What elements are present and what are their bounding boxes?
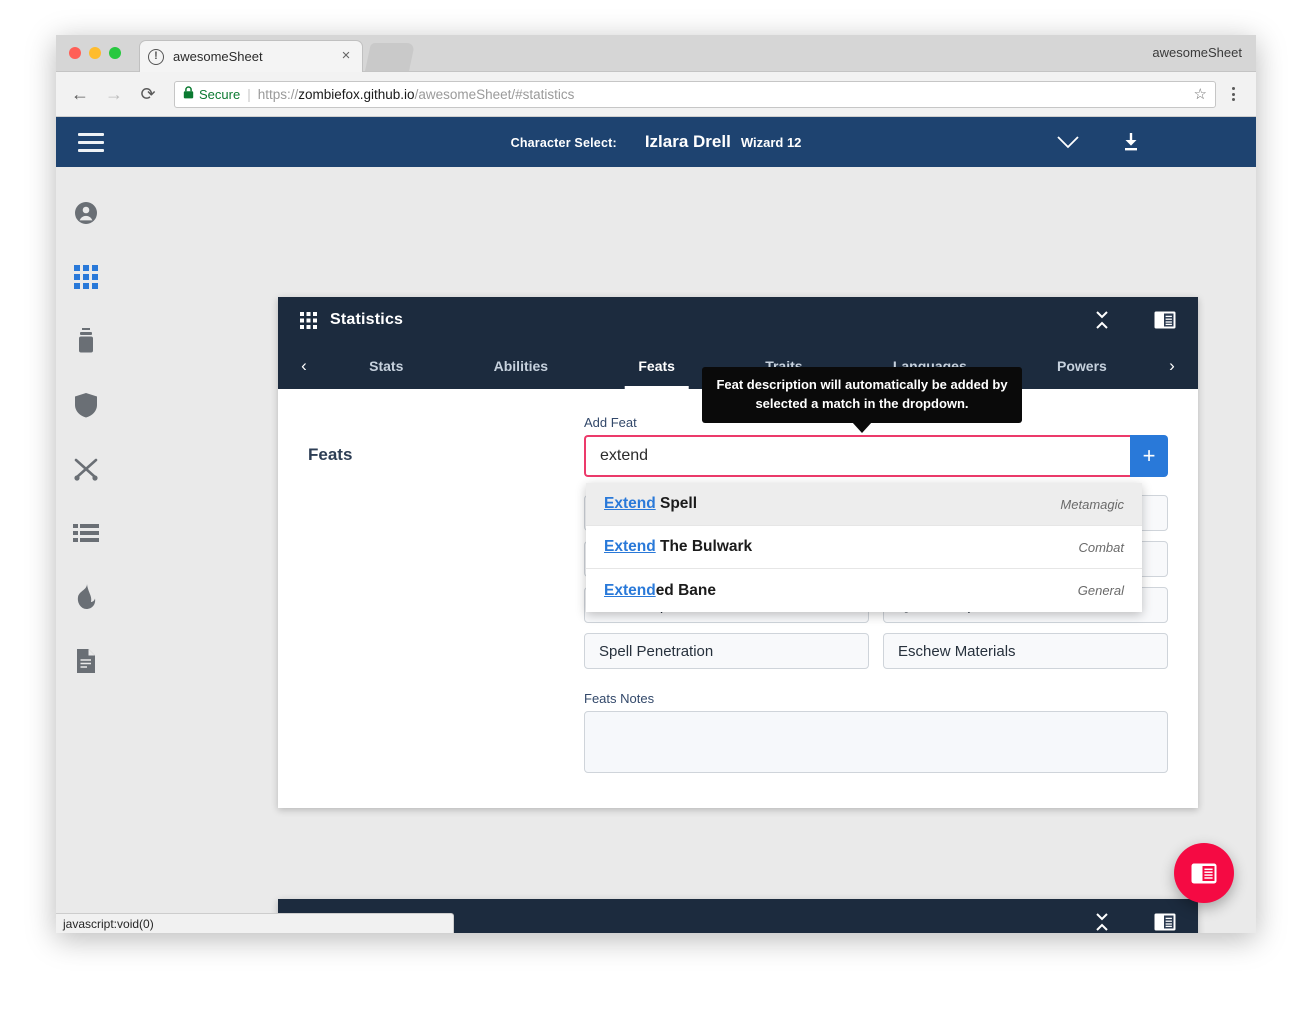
character-name: Izlara Drell [644, 132, 731, 151]
secure-label: Secure [199, 86, 241, 102]
autocomplete-option-name: Extend Spell [604, 495, 698, 512]
autocomplete-option-name: Extend The Bulwark [604, 538, 753, 555]
feats-notes-label: Feats Notes [584, 691, 655, 706]
character-class: Wizard 12 [740, 135, 802, 150]
browser-tabstrip: ! awesomeSheet × awesomeSheet [56, 35, 1256, 72]
sidebar-item-defense[interactable] [68, 387, 104, 423]
feats-section: Feats Feat description will automaticall… [278, 367, 1198, 808]
sidebar-item-character[interactable] [68, 195, 104, 231]
chevron-down-icon[interactable] [1055, 134, 1081, 150]
toggle-sidebar-fab[interactable] [1174, 843, 1234, 903]
window-minimize-button[interactable] [89, 47, 101, 59]
window-traffic-lights [69, 47, 121, 59]
autocomplete-option-type: Metamagic [1060, 496, 1124, 512]
autocomplete-option[interactable]: Extend Spell Metamagic [586, 483, 1142, 526]
equipment-card-actions [1094, 911, 1176, 933]
feat-item[interactable]: Spell Penetration [584, 633, 869, 669]
app-header-actions [1055, 132, 1141, 152]
address-separator: | [247, 86, 251, 102]
forward-icon[interactable]: → [100, 80, 128, 108]
add-feat-row: + [584, 435, 1168, 477]
browser-tab-title: awesomeSheet [173, 49, 263, 64]
feat-autocomplete-dropdown: Extend Spell Metamagic Extend The Bulwar… [586, 483, 1142, 612]
add-feat-input[interactable] [584, 435, 1130, 477]
feats-section-label: Feats [308, 445, 353, 464]
browser-tab[interactable]: ! awesomeSheet × [140, 41, 362, 72]
compress-icon[interactable] [1094, 911, 1110, 933]
autocomplete-option-type: Combat [1078, 539, 1124, 555]
feats-fields: Feat description will automatically be a… [584, 367, 1168, 778]
browser-window: ! awesomeSheet × awesomeSheet ← → ⟳ Secu… [56, 35, 1256, 933]
tabs-prev-button[interactable]: ‹ [284, 343, 324, 389]
book-view-icon[interactable] [1154, 913, 1176, 931]
url-host: zombiefox.github.io [298, 86, 415, 102]
browser-status-bubble: javascript:void(0) [56, 913, 454, 933]
info-icon: ! [148, 48, 164, 65]
compress-icon[interactable] [1094, 309, 1110, 331]
sidebar-item-inventory[interactable] [68, 515, 104, 551]
window-title: awesomeSheet [1152, 45, 1242, 60]
window-close-button[interactable] [69, 47, 81, 59]
lock-icon [183, 86, 194, 102]
statistics-card-title: Statistics [330, 311, 404, 328]
desktop-backdrop: ! awesomeSheet × awesomeSheet ← → ⟳ Secu… [0, 0, 1311, 1011]
main-content: Statistics ‹ Stats Abilities Feats Trait… [116, 167, 1256, 933]
sidebar-item-spells[interactable] [68, 579, 104, 615]
book-view-icon[interactable] [1154, 311, 1176, 329]
url-scheme: https:// [257, 86, 299, 102]
address-url: https://zombiefox.github.io/awesomeSheet… [258, 87, 575, 102]
add-feat-button[interactable]: + [1130, 435, 1168, 477]
statistics-card: Statistics ‹ Stats Abilities Feats Trait… [278, 297, 1198, 808]
sidebar-item-equipment[interactable] [68, 323, 104, 359]
sidebar-item-statistics[interactable] [68, 259, 104, 295]
feat-item[interactable]: Eschew Materials [883, 633, 1168, 669]
tab-abilities[interactable]: Abilities [480, 343, 562, 389]
feats-notes-textarea[interactable] [584, 711, 1168, 773]
autocomplete-option-name: Extended Bane [604, 581, 716, 599]
statistics-card-actions [1094, 309, 1176, 331]
tab-feats[interactable]: Feats [624, 343, 689, 389]
tabs-next-button[interactable]: › [1152, 343, 1192, 389]
window-maximize-button[interactable] [109, 47, 121, 59]
browser-menu-icon[interactable] [1220, 81, 1246, 107]
grid-icon [300, 311, 317, 329]
left-icon-rail [56, 167, 116, 933]
back-icon[interactable]: ← [66, 80, 94, 108]
tab-powers[interactable]: Powers [1043, 343, 1121, 389]
sidebar-item-notes[interactable] [68, 643, 104, 679]
character-select-label: Character Select: [510, 136, 617, 150]
address-bar[interactable]: Secure | https://zombiefox.github.io/awe… [174, 80, 1216, 108]
app-viewport: Character Select: Izlara Drell Wizard 12 [56, 117, 1256, 933]
feat-tooltip: Feat description will automatically be a… [702, 367, 1022, 423]
new-tab-button[interactable] [365, 43, 415, 71]
app-header: Character Select: Izlara Drell Wizard 12 [56, 117, 1256, 167]
close-icon[interactable]: × [338, 48, 354, 65]
bookmark-star-icon[interactable]: ☆ [1194, 85, 1207, 103]
sidebar-item-attack[interactable] [68, 451, 104, 487]
autocomplete-option[interactable]: Extended Bane General [586, 569, 1142, 612]
download-icon[interactable] [1121, 132, 1141, 152]
browser-toolbar: ← → ⟳ Secure | https://zombiefox.github.… [56, 72, 1256, 117]
autocomplete-option-type: General [1077, 583, 1124, 598]
statistics-card-body: Feats Feat description will automaticall… [278, 367, 1198, 808]
url-path: /awesomeSheet/#statistics [414, 86, 575, 102]
tab-stats[interactable]: Stats [355, 343, 417, 389]
reload-icon[interactable]: ⟳ [134, 80, 162, 108]
statistics-card-header: Statistics [278, 297, 1198, 343]
hamburger-icon[interactable] [78, 132, 104, 152]
autocomplete-option[interactable]: Extend The Bulwark Combat [586, 526, 1142, 569]
